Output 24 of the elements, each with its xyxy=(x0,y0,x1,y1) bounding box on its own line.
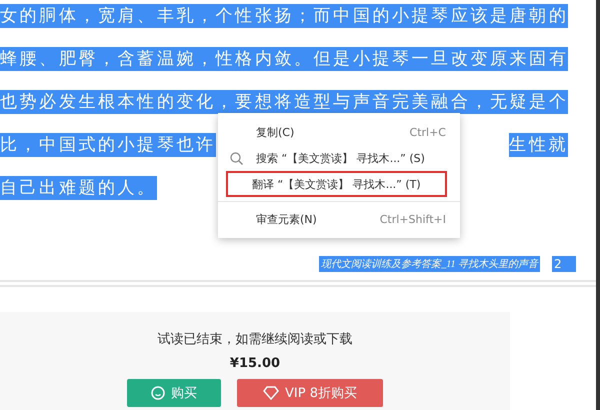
selected-text: 也势必发生根本性的变化，要想将造型与声音完美融合，无疑是个 xyxy=(0,90,568,114)
selected-text: 蜂腰、肥臀，含蓄温婉，性格内敛。但是小提琴一旦改变原来固有 xyxy=(0,47,568,71)
menu-item-label: 翻译 “【美文赏读】 寻找木...” (T) xyxy=(252,176,421,192)
shortcut-label: Ctrl+C xyxy=(410,126,446,138)
menu-item[interactable]: 复制(C) Ctrl+C xyxy=(220,119,458,145)
paywall-message: 试读已结束，如需继续阅读或下载 xyxy=(158,331,352,348)
shortcut-label: Ctrl+Shift+I xyxy=(380,212,446,226)
page-footer-title: 现代文阅读训练及参考答案_11 寻找木头里的声音 xyxy=(319,256,540,272)
menu-item-label: 搜索 “【美文赏读】 寻找木...” (S) xyxy=(256,150,425,166)
menu-item[interactable]: 翻译 “【美文赏读】 寻找木...” (T) xyxy=(226,171,447,197)
selected-text: 比，中国式的小提琴也许 xyxy=(0,133,216,157)
selected-text: 自己出难题的人。 xyxy=(0,176,157,200)
selected-text: 女的胴体，宽肩、丰乳，个性张扬；而中国的小提琴应该是唐朝的 xyxy=(0,4,568,28)
selected-text: 生性就 xyxy=(509,133,568,157)
menu-item[interactable]: 审查元素(N) Ctrl+Shift+I xyxy=(220,206,458,232)
price: ¥15.00 xyxy=(230,356,280,371)
smile-icon xyxy=(151,386,165,400)
page-number: 2 xyxy=(552,256,576,272)
search-icon xyxy=(230,152,243,164)
vip-buy-button[interactable]: VIP 8折购买 xyxy=(237,379,383,407)
menu-item-label: 复制(C) xyxy=(256,124,294,140)
menu-item-label: 审查元素(N) xyxy=(256,212,317,226)
menu-item[interactable]: 搜索 “【美文赏读】 寻找木...” (S) xyxy=(220,145,458,171)
diamond-icon xyxy=(263,386,279,400)
